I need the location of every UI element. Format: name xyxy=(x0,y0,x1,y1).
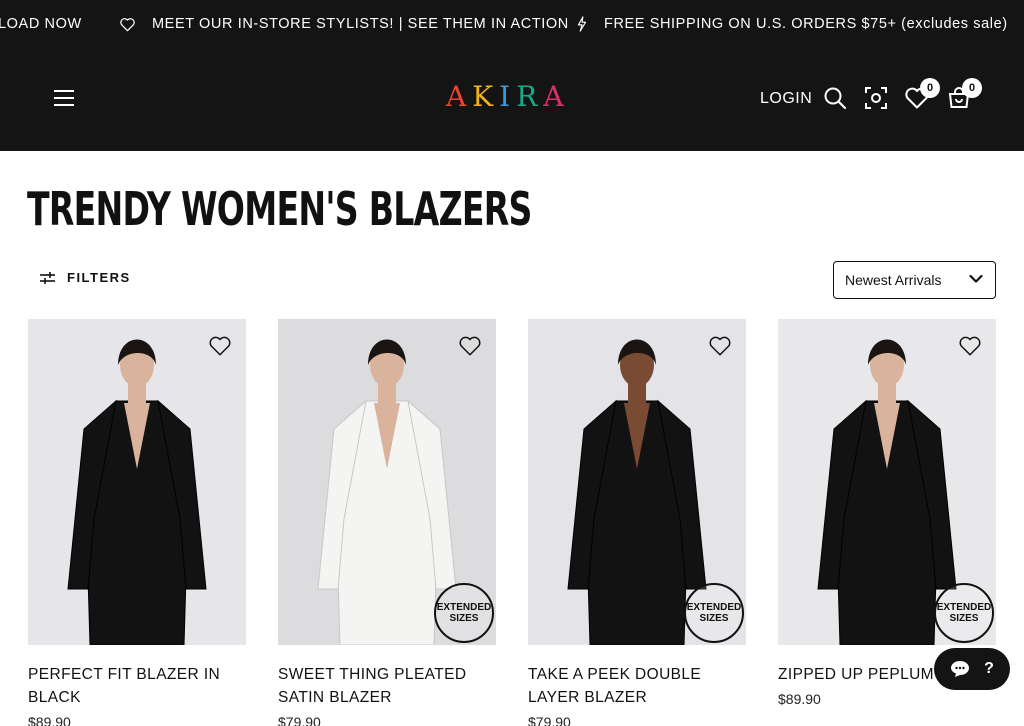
wishlist-heart-icon[interactable] xyxy=(208,335,232,362)
site-header: AKIRA LOGIN 0 0 xyxy=(0,50,1024,151)
extended-sizes-badge: EXTENDED SIZES xyxy=(684,583,744,643)
product-image[interactable]: EXTENDED SIZES xyxy=(778,319,996,645)
product-name[interactable]: TAKE A PEEK DOUBLE LAYER BLAZER xyxy=(528,663,746,709)
product-name[interactable]: SWEET THING PLEATED SATIN BLAZER xyxy=(278,663,496,709)
product-image[interactable]: EXTENDED SIZES xyxy=(278,319,496,645)
chat-widget-button[interactable]: ? xyxy=(934,648,1010,690)
menu-icon[interactable] xyxy=(54,90,74,106)
login-link[interactable]: LOGIN xyxy=(760,90,812,108)
product-image[interactable]: EXTENDED SIZES xyxy=(528,319,746,645)
product-card[interactable]: EXTENDED SIZES SWEET THING PLEATED SATIN … xyxy=(278,319,496,726)
page-title: TRENDY WOMEN'S BLAZERS xyxy=(27,182,532,236)
cart-icon[interactable]: 0 xyxy=(947,78,982,115)
announcement-text: MEET OUR IN-STORE STYLISTS! | SEE THEM I… xyxy=(152,16,569,32)
product-card[interactable]: EXTENDED SIZES TAKE A PEEK DOUBLE LAYER B… xyxy=(528,319,746,726)
product-price: $89.90 xyxy=(28,714,71,726)
chat-help-label: ? xyxy=(984,660,994,677)
logo-letter: R xyxy=(516,80,544,113)
sort-selected-value: Newest Arrivals xyxy=(845,272,942,288)
announcement-text: LOAD NOW xyxy=(0,16,82,32)
wishlist-count-badge: 0 xyxy=(920,78,940,98)
product-price: $89.90 xyxy=(778,691,821,707)
logo-letter: A xyxy=(446,80,473,113)
lightning-icon xyxy=(577,16,587,32)
product-price: $79.90 xyxy=(278,714,321,726)
wishlist-heart-icon[interactable] xyxy=(958,335,982,362)
chevron-down-icon xyxy=(969,274,983,283)
announcement-item[interactable]: MEET OUR IN-STORE STYLISTS! | SEE THEM I… xyxy=(119,16,569,32)
product-image[interactable] xyxy=(28,319,246,645)
logo-letter: I xyxy=(499,80,517,113)
filters-label: FILTERS xyxy=(67,270,131,285)
product-name[interactable]: PERFECT FIT BLAZER IN BLACK xyxy=(28,663,246,709)
sort-select[interactable]: Newest Arrivals xyxy=(833,261,996,299)
filters-button[interactable]: FILTERS xyxy=(40,270,131,285)
announcement-item[interactable]: FREE SHIPPING ON U.S. ORDERS $75+ (exclu… xyxy=(576,16,1008,32)
extended-sizes-badge: EXTENDED SIZES xyxy=(434,583,494,643)
search-icon[interactable] xyxy=(823,86,847,115)
wishlist-heart-icon[interactable] xyxy=(458,335,482,362)
product-card[interactable]: PERFECT FIT BLAZER IN BLACK $89.90 xyxy=(28,319,246,726)
logo-letter: K xyxy=(472,80,500,113)
visual-search-icon[interactable] xyxy=(864,86,888,115)
cart-count-badge: 0 xyxy=(962,78,982,98)
extended-sizes-badge: EXTENDED SIZES xyxy=(934,583,994,643)
announcement-bar: LOAD NOW MEET OUR IN-STORE STYLISTS! | S… xyxy=(0,0,1024,50)
logo-letter: A xyxy=(543,80,570,113)
wishlist-icon[interactable]: 0 xyxy=(904,78,940,115)
announcement-text: FREE SHIPPING ON U.S. ORDERS $75+ (exclu… xyxy=(604,16,1008,32)
announcement-item[interactable]: LOAD NOW xyxy=(0,16,82,32)
chat-icon xyxy=(951,661,970,677)
wishlist-heart-icon[interactable] xyxy=(708,335,732,362)
site-logo[interactable]: AKIRA xyxy=(446,80,570,113)
heart-icon xyxy=(120,17,135,31)
sliders-icon xyxy=(40,271,55,284)
product-price: $79.90 xyxy=(528,714,571,726)
